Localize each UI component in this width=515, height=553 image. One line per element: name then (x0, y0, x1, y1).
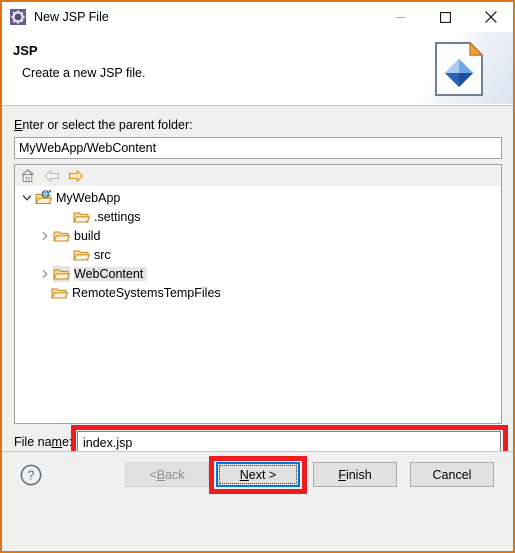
maximize-button[interactable] (423, 2, 468, 32)
next-button-label: ext > (248, 467, 277, 482)
file-name-label-after: e: (61, 435, 73, 449)
back-button-prefix: < (149, 467, 157, 482)
maximize-icon (440, 11, 451, 23)
tree-row[interactable]: MyWebApp (15, 188, 501, 207)
chevron-right-icon[interactable] (37, 228, 53, 244)
file-name-label-before: File na (14, 435, 52, 449)
tree-row-label: MyWebApp (56, 190, 121, 205)
eclipse-wizard-icon (10, 9, 26, 25)
page-description: Create a new JSP file. (22, 66, 146, 80)
web-project-icon (35, 190, 52, 206)
forward-arrow-icon[interactable] (67, 167, 84, 184)
next-button[interactable]: Next > (216, 462, 300, 487)
dialog-footer: ? < Back Next > Finish Cancel (2, 451, 513, 520)
folder-tree[interactable]: MyWebApp .settings build src WebContent … (15, 187, 501, 423)
minimize-icon (395, 16, 406, 18)
parent-folder-label-rest: nter or select the parent folder: (22, 118, 193, 132)
twisty-placeholder (35, 285, 51, 301)
minimize-button[interactable] (378, 2, 423, 32)
title-bar: New JSP File (2, 2, 513, 32)
folder-tree-panel: MyWebApp .settings build src WebContent … (14, 164, 502, 424)
back-arrow-icon (43, 167, 60, 184)
back-button-mnemonic: B (156, 467, 166, 482)
twisty-placeholder (57, 247, 73, 263)
file-name-label-mnemonic: m (51, 435, 62, 449)
file-name-value: index.jsp (83, 435, 133, 450)
folder-icon (73, 209, 90, 225)
cancel-button-label: Cancel (432, 467, 472, 482)
tree-row[interactable]: build (15, 226, 501, 245)
wizard-header: JSP Create a new JSP file. (2, 32, 513, 106)
folder-icon (73, 247, 90, 263)
twisty-placeholder (57, 209, 73, 225)
tree-row-label: RemoteSystemsTempFiles (72, 285, 221, 300)
window-controls (378, 2, 513, 32)
finish-button-label: inish (345, 467, 372, 482)
next-button-mnemonic: N (239, 467, 249, 482)
back-button: < Back (125, 462, 209, 487)
tree-row[interactable]: RemoteSystemsTempFiles (15, 283, 501, 302)
parent-folder-value: MyWebApp/WebContent (19, 141, 157, 155)
folder-icon (53, 228, 70, 244)
window-title: New JSP File (34, 10, 109, 24)
new-jsp-file-dialog: New JSP File JSP Create a new JSP file. … (0, 0, 515, 553)
jsp-file-page-icon (434, 41, 486, 97)
tree-row-label: .settings (94, 209, 141, 224)
folder-icon (53, 265, 70, 282)
tree-row[interactable]: src (15, 245, 501, 264)
close-icon (484, 11, 497, 23)
back-button-label: ack (165, 467, 185, 482)
tree-row[interactable]: .settings (15, 207, 501, 226)
folder-icon (51, 285, 68, 301)
finish-button-mnemonic: F (338, 467, 346, 482)
home-icon[interactable] (19, 167, 36, 184)
svg-text:?: ? (28, 469, 35, 483)
tree-row-label: src (94, 247, 111, 262)
page-title: JSP (13, 43, 38, 58)
finish-button[interactable]: Finish (313, 462, 397, 487)
close-button[interactable] (468, 2, 513, 32)
file-name-label: File name: (14, 435, 72, 449)
tree-row-label: WebContent (74, 266, 148, 281)
chevron-down-icon[interactable] (19, 190, 35, 206)
parent-folder-input[interactable]: MyWebApp/WebContent (14, 137, 502, 159)
tree-row[interactable]: WebContent (15, 264, 501, 283)
help-question-icon[interactable]: ? (20, 464, 42, 486)
parent-folder-label: Enter or select the parent folder: (14, 118, 193, 132)
tree-row-label: build (74, 228, 101, 243)
cancel-button[interactable]: Cancel (410, 462, 494, 487)
chevron-right-icon[interactable] (37, 266, 53, 282)
tree-toolbar (15, 165, 501, 187)
dialog-body: Enter or select the parent folder: MyWeb… (2, 106, 513, 492)
